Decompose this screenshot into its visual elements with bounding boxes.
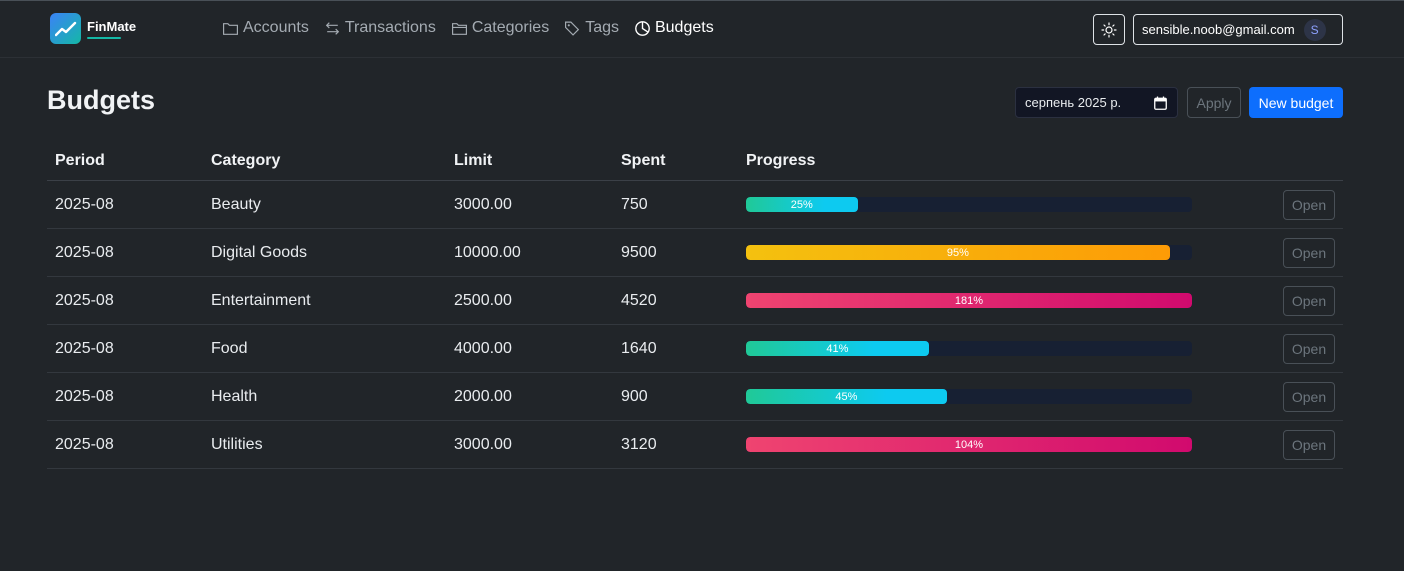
month-value: серпень 2025 р. (1025, 95, 1122, 110)
page-title: Budgets (47, 85, 155, 115)
table-header: Period Category Limit Spent Progress (47, 141, 1343, 181)
progress-bar: 181% (746, 293, 1192, 308)
open-button[interactable]: Open (1283, 334, 1335, 364)
progress-track: 104% (746, 437, 1192, 452)
progress-track: 45% (746, 389, 1192, 404)
open-button[interactable]: Open (1283, 430, 1335, 460)
category-cell: Food (211, 339, 248, 357)
header-category: Category (211, 151, 281, 169)
progress-bar: 41% (746, 341, 929, 356)
spent-cell: 3120 (621, 435, 657, 453)
brand-name: FinMate (87, 19, 137, 39)
new-budget-button[interactable]: New budget (1249, 87, 1343, 118)
arrows-swap-icon (325, 21, 339, 35)
limit-cell: 2500.00 (454, 291, 512, 309)
period-cell: 2025-08 (55, 339, 114, 357)
nav-tags[interactable]: Tags (564, 19, 619, 37)
table-row: 2025-08 Health 2000.00 900 45% Open (47, 373, 1343, 421)
progress-track: 41% (746, 341, 1192, 356)
main-nav: Accounts Transactions Categories Tags Bu… (222, 19, 714, 37)
month-picker-input[interactable]: серпень 2025 р. (1015, 87, 1178, 118)
tags-icon (565, 21, 580, 36)
period-cell: 2025-08 (55, 195, 114, 213)
folder-icon (223, 22, 238, 35)
category-cell: Health (211, 387, 258, 405)
user-email: sensible.noob@gmail.com (1142, 22, 1295, 37)
spent-cell: 9500 (621, 243, 657, 261)
budgets-table: Period Category Limit Spent Progress 202… (47, 141, 1343, 469)
header-limit: Limit (454, 151, 493, 169)
open-button[interactable]: Open (1283, 238, 1335, 268)
nav-label: Tags (585, 19, 619, 36)
period-cell: 2025-08 (55, 435, 114, 453)
progress-bar: 95% (746, 245, 1170, 260)
progress-bar: 45% (746, 389, 947, 404)
open-button[interactable]: Open (1283, 190, 1335, 220)
brand[interactable]: FinMate (50, 13, 136, 44)
period-cell: 2025-08 (55, 387, 114, 405)
nav-label: Accounts (243, 19, 309, 36)
progress-bar: 25% (746, 197, 858, 212)
navbar: FinMate Accounts Transactions Categories… (0, 1, 1404, 58)
spent-cell: 900 (621, 387, 648, 405)
progress-track: 25% (746, 197, 1192, 212)
avatar: S (1303, 18, 1326, 41)
spent-cell: 4520 (621, 291, 657, 309)
category-cell: Utilities (211, 435, 263, 453)
table-row: 2025-08 Food 4000.00 1640 41% Open (47, 325, 1343, 373)
limit-cell: 3000.00 (454, 435, 512, 453)
period-cell: 2025-08 (55, 243, 114, 261)
table-body: 2025-08 Beauty 3000.00 750 25% Open 2025-08 Dig… (47, 181, 1343, 469)
nav-accounts[interactable]: Accounts (222, 19, 309, 37)
spent-cell: 1640 (621, 339, 657, 357)
nav-budgets[interactable]: Budgets (634, 19, 714, 37)
progress-track: 95% (746, 245, 1192, 260)
nav-label: Categories (471, 19, 550, 36)
nav-label: Budgets (654, 19, 714, 36)
nav-transactions[interactable]: Transactions (324, 19, 436, 37)
progress-bar: 104% (746, 437, 1192, 452)
sun-icon (1101, 21, 1117, 38)
category-cell: Entertainment (211, 291, 311, 309)
user-menu-button[interactable]: sensible.noob@gmail.com S (1133, 14, 1343, 45)
table-row: 2025-08 Utilities 3000.00 3120 104% Open (47, 421, 1343, 469)
trend-up-icon (50, 13, 81, 44)
limit-cell: 2000.00 (454, 387, 512, 405)
limit-cell: 4000.00 (454, 339, 512, 357)
calendar-icon[interactable] (1154, 96, 1167, 110)
open-button[interactable]: Open (1283, 382, 1335, 412)
header-spent: Spent (621, 151, 666, 169)
table-row: 2025-08 Beauty 3000.00 750 25% Open (47, 181, 1343, 229)
header-period: Period (55, 151, 105, 169)
theme-toggle-button[interactable] (1093, 14, 1125, 45)
open-button[interactable]: Open (1283, 286, 1335, 316)
header-progress: Progress (746, 151, 816, 169)
folder-open-icon (451, 22, 467, 35)
limit-cell: 10000.00 (454, 243, 521, 261)
spent-cell: 750 (621, 195, 648, 213)
progress-track: 181% (746, 293, 1192, 308)
category-cell: Beauty (211, 195, 261, 213)
limit-cell: 3000.00 (454, 195, 512, 213)
pie-chart-icon (635, 20, 650, 36)
nav-categories[interactable]: Categories (451, 19, 549, 37)
nav-label: Transactions (344, 19, 436, 36)
category-cell: Digital Goods (211, 243, 308, 261)
period-cell: 2025-08 (55, 291, 114, 309)
apply-button[interactable]: Apply (1187, 87, 1241, 118)
table-row: 2025-08 Digital Goods 10000.00 9500 95% Open (47, 229, 1343, 277)
table-row: 2025-08 Entertainment 2500.00 4520 181% Open (47, 277, 1343, 325)
